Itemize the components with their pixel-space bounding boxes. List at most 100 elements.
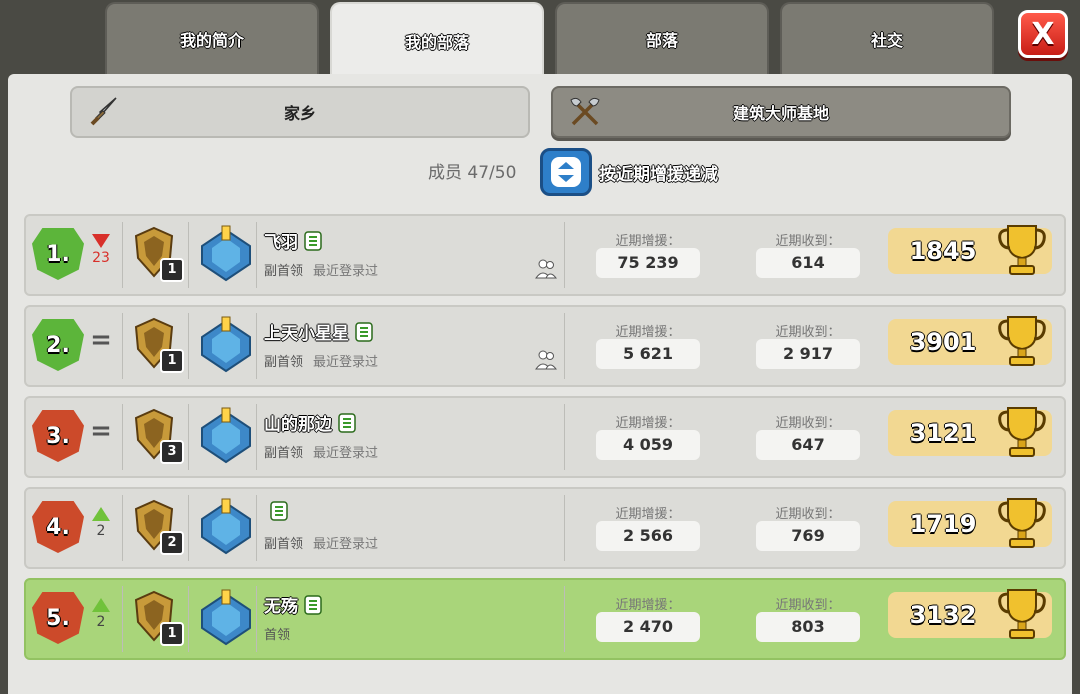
sort-arrows-icon: [551, 157, 581, 187]
member-role: 首领: [264, 624, 300, 643]
last-login-text: 最近登录过: [313, 355, 379, 370]
friends-icon: [535, 259, 558, 279]
divider: [122, 222, 123, 288]
subtab-home-label: 家乡: [283, 104, 316, 123]
donated-label: 近期增援：: [615, 325, 681, 340]
divider: [256, 586, 257, 652]
town-hall-icon: [201, 498, 251, 555]
member-name: 飞羽: [264, 228, 322, 253]
trophy-count: 3132: [888, 589, 1052, 639]
member-name-text: 无殇: [264, 597, 298, 617]
received-value: 769: [756, 521, 860, 551]
divider: [256, 404, 257, 470]
divider: [122, 495, 123, 561]
trend-down-icon: [92, 234, 110, 248]
rank-badge: 4.: [32, 501, 84, 553]
member-row[interactable]: 4. 2 2 副首领 最近登录过 近期增援： 2 566 近期收到： 769 1…: [24, 487, 1066, 569]
divider: [188, 313, 189, 379]
member-name-text: 飞羽: [264, 233, 298, 253]
divider: [256, 222, 257, 288]
member-row[interactable]: 5. 2 1 无殇 首领 近期增援： 2 470 近期收到： 803 3132: [24, 578, 1066, 660]
donated-label: 近期增援：: [615, 416, 681, 431]
league-level: 1: [160, 622, 184, 646]
note-icon[interactable]: [355, 321, 373, 342]
trophy-value: 1845: [909, 237, 977, 265]
trend-equal-icon: =: [90, 416, 112, 446]
close-button[interactable]: X: [1018, 10, 1068, 58]
member-row[interactable]: 3. = 3 山的那边 副首领 最近登录过 近期增援： 4 059 近期收到： …: [24, 396, 1066, 478]
donated-label: 近期增援：: [615, 598, 681, 613]
league-level: 2: [160, 531, 184, 555]
received-label: 近期收到：: [775, 507, 841, 522]
rank-badge: 2.: [32, 319, 84, 371]
received-label: 近期收到：: [775, 234, 841, 249]
trophy-value: 1719: [909, 510, 977, 538]
trend-up-icon: [92, 598, 110, 612]
member-role: 副首领 最近登录过: [264, 533, 378, 552]
received-label: 近期收到：: [775, 325, 841, 340]
received-label: 近期收到：: [775, 416, 841, 431]
divider: [122, 313, 123, 379]
divider: [188, 404, 189, 470]
divider: [564, 586, 565, 652]
donated-value: 2 566: [596, 521, 700, 551]
trophy-icon: [998, 316, 1046, 366]
trend-value: 2: [96, 523, 106, 539]
league-level: 1: [160, 258, 184, 282]
subtab-home-village[interactable]: 家乡: [70, 86, 530, 138]
rank-trend: 2: [88, 594, 114, 630]
member-name: 上天小星星: [264, 319, 373, 344]
trophy-count: 1845: [888, 225, 1052, 275]
member-name: 山的那边: [264, 410, 356, 435]
town-hall-icon: [201, 225, 251, 282]
divider: [564, 404, 565, 470]
town-hall-icon: [201, 589, 251, 646]
subtab-builder-base[interactable]: 建筑大师基地: [551, 86, 1011, 138]
member-role: 副首领 最近登录过: [264, 351, 378, 370]
league-level: 1: [160, 349, 184, 373]
sort-toggle-button[interactable]: [540, 148, 592, 196]
tab-clans[interactable]: 部落: [555, 2, 769, 74]
member-row[interactable]: 2. = 1 上天小星星 副首领 最近登录过 近期增援： 5 621 近期收到：…: [24, 305, 1066, 387]
divider: [122, 404, 123, 470]
league-level: 3: [160, 440, 184, 464]
note-icon[interactable]: [338, 412, 356, 433]
divider: [188, 495, 189, 561]
trophy-value: 3132: [909, 601, 977, 629]
divider: [188, 586, 189, 652]
member-name-text: 上天小星星: [264, 324, 349, 344]
member-role: 副首领 最近登录过: [264, 260, 378, 279]
member-role: 副首领 最近登录过: [264, 442, 378, 461]
divider: [188, 222, 189, 288]
trophy-value: 3121: [909, 419, 977, 447]
member-role-text: 首领: [264, 628, 291, 643]
last-login-text: 最近登录过: [313, 537, 379, 552]
tab-social[interactable]: 社交: [780, 2, 994, 74]
trophy-count: 1719: [888, 498, 1052, 548]
received-value: 803: [756, 612, 860, 642]
trophy-icon: [998, 407, 1046, 457]
rank-trend: =: [88, 412, 114, 450]
divider: [122, 586, 123, 652]
rank-badge: 3.: [32, 410, 84, 462]
rank-trend: 2: [88, 503, 114, 539]
trophy-icon: [998, 225, 1046, 275]
tab-my-clan[interactable]: 我的部落: [330, 2, 544, 78]
divider: [256, 495, 257, 561]
divider: [256, 313, 257, 379]
note-icon[interactable]: [270, 501, 288, 521]
last-login-text: 最近登录过: [313, 446, 379, 461]
crossed-axes-icon: [570, 97, 600, 126]
member-row[interactable]: 1. 23 1 飞羽 副首领 最近登录过 近期增援： 75 239 近期收到： …: [24, 214, 1066, 296]
trophy-count: 3901: [888, 316, 1052, 366]
received-label: 近期收到：: [775, 598, 841, 613]
rank-trend: =: [88, 321, 114, 359]
member-role-text: 副首领: [264, 264, 304, 279]
member-role-text: 副首领: [264, 537, 304, 552]
town-hall-icon: [201, 316, 251, 373]
tab-my-profile[interactable]: 我的简介: [105, 2, 319, 74]
note-icon[interactable]: [304, 594, 322, 615]
league-badge: 1: [130, 315, 184, 373]
received-value: 2 917: [756, 339, 860, 369]
note-icon[interactable]: [304, 230, 322, 251]
